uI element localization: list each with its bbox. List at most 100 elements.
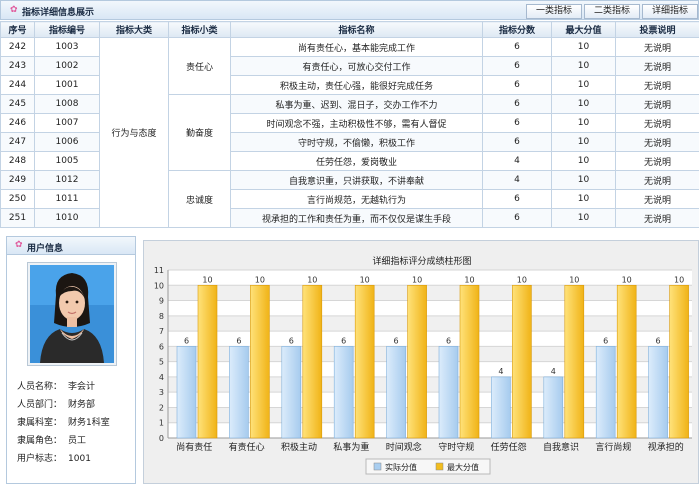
bar-max-score <box>512 284 532 439</box>
detail-panel-header: ✿ 指标详细信息展示 一类指标 二类指标 详细指标 <box>0 0 699 20</box>
y-tick-label: 9 <box>159 297 164 306</box>
col-header-vote[interactable]: 投票说明 <box>615 21 699 38</box>
y-tick-label: 10 <box>154 281 164 290</box>
cell-score: 4 <box>482 170 552 190</box>
cell-vote: 无说明 <box>615 189 699 209</box>
cell-subcategory: 勤奋度 <box>168 94 231 171</box>
col-header-category[interactable]: 指标大类 <box>99 21 169 38</box>
cell-max: 10 <box>551 94 616 114</box>
x-tick-label: 积极主动 <box>281 441 317 453</box>
y-tick-label: 5 <box>159 358 164 367</box>
legend-swatch-max <box>435 462 444 471</box>
bar-chart: 0 1 2 3 4 5 6 7 8 9 10 11 6 10 尚有责任 6 10 有责任心 6 10 积极主动 6 10 私事… <box>154 266 692 475</box>
cell-max: 10 <box>551 208 616 228</box>
data-label-max: 10 <box>307 275 317 284</box>
col-header-max[interactable]: 最大分值 <box>551 21 616 38</box>
cell-code: 1012 <box>34 170 100 190</box>
data-label-max: 10 <box>464 275 474 284</box>
y-tick-label: 4 <box>159 373 164 382</box>
cell-code: 1002 <box>34 56 100 76</box>
cell-code: 1008 <box>34 94 100 114</box>
cell-max: 10 <box>551 170 616 190</box>
bar-actual-score <box>176 346 197 439</box>
cell-seq: 251 <box>0 208 35 228</box>
cell-vote: 无说明 <box>615 37 699 57</box>
data-label-actual: 6 <box>236 336 241 345</box>
level1-indicator-button[interactable]: 一类指标 <box>526 4 582 19</box>
user-info-title: 用户信息 <box>27 244 64 254</box>
user-office-row: 隶属科室： 财务1科室 <box>17 415 110 428</box>
col-header-subcategory[interactable]: 指标小类 <box>168 21 231 38</box>
y-tick-label: 3 <box>159 388 164 397</box>
cell-score: 6 <box>482 208 552 228</box>
user-office-value: 财务1科室 <box>68 418 110 428</box>
bar-actual-score <box>491 376 511 439</box>
user-role-value: 员工 <box>68 436 87 446</box>
bar-max-score <box>616 284 637 439</box>
cell-seq: 250 <box>0 189 35 209</box>
cell-name: 言行尚规范，无越轨行为 <box>230 189 483 209</box>
bar-max-score <box>459 284 480 439</box>
cell-name: 守时守规，不偷懒，积极工作 <box>230 132 483 152</box>
cell-vote: 无说明 <box>615 56 699 76</box>
table-row[interactable]: 242 1003 行为与态度 责任心 尚有责任心，基本能完成工作 6 10 无说… <box>0 37 699 228</box>
user-name-value: 李会计 <box>68 382 96 392</box>
user-dept-row: 人员部门： 财务部 <box>17 397 95 410</box>
level2-indicator-button[interactable]: 二类指标 <box>584 4 640 19</box>
x-tick-label: 时间观念 <box>386 441 422 453</box>
cell-seq: 242 <box>0 37 35 57</box>
user-dept-value: 财务部 <box>68 400 96 410</box>
data-label-actual: 6 <box>341 336 346 345</box>
cell-seq: 243 <box>0 56 35 76</box>
cell-seq: 247 <box>0 132 35 152</box>
cell-max: 10 <box>551 37 616 57</box>
user-office-label: 隶属科室： <box>17 418 63 428</box>
cell-code: 1005 <box>34 151 100 171</box>
col-header-code[interactable]: 指标编号 <box>34 21 100 38</box>
bar-max-score <box>407 284 427 439</box>
data-label-max: 10 <box>569 275 579 284</box>
y-tick-label: 11 <box>154 266 164 275</box>
cell-max: 10 <box>551 75 616 95</box>
x-tick-label: 言行尚规 <box>595 441 631 453</box>
cell-name: 尚有责任心，基本能完成工作 <box>230 37 483 57</box>
data-label-actual: 4 <box>551 367 556 376</box>
flower-icon: ✿ <box>15 240 23 250</box>
bar-actual-score <box>648 346 668 439</box>
col-header-seq[interactable]: 序号 <box>0 21 35 38</box>
bar-actual-score <box>543 376 564 439</box>
cell-score: 6 <box>482 94 552 114</box>
cell-vote: 无说明 <box>615 94 699 114</box>
indicator-table: 序号 指标编号 指标大类 指标小类 指标名称 指标分数 最大分值 投票说明 24… <box>0 21 699 228</box>
bar-actual-score <box>595 346 616 439</box>
cell-score: 6 <box>482 132 552 152</box>
legend-swatch-actual <box>373 462 382 471</box>
cell-seq: 249 <box>0 170 35 190</box>
cell-score: 6 <box>482 189 552 209</box>
cell-vote: 无说明 <box>615 151 699 171</box>
user-flag-label: 用户标志： <box>17 454 63 464</box>
table-header-row: 序号 指标编号 指标大类 指标小类 指标名称 指标分数 最大分值 投票说明 <box>0 21 699 38</box>
bar-max-score <box>669 284 689 439</box>
cell-code: 1003 <box>34 37 100 57</box>
legend-label-max: 最大分值 <box>447 462 479 472</box>
cell-category: 行为与态度 <box>99 37 169 228</box>
cell-name: 有责任心，可放心交付工作 <box>230 56 483 76</box>
cell-code: 1001 <box>34 75 100 95</box>
bar-actual-score <box>281 346 302 439</box>
cell-max: 10 <box>551 113 616 133</box>
cell-name: 任劳任怨，爱岗敬业 <box>230 151 483 171</box>
x-tick-label: 自我意识 <box>543 441 579 453</box>
cell-score: 6 <box>482 37 552 57</box>
detail-indicator-button[interactable]: 详细指标 <box>642 4 698 19</box>
x-tick-label: 任劳任怨 <box>491 441 527 453</box>
user-info-header: ✿ 用户信息 <box>7 237 135 255</box>
bar-max-score <box>197 284 218 439</box>
user-role-label: 隶属角色： <box>17 436 63 446</box>
col-header-name[interactable]: 指标名称 <box>230 21 483 38</box>
data-label-actual: 6 <box>656 336 661 345</box>
col-header-score[interactable]: 指标分数 <box>482 21 552 38</box>
data-label-max: 10 <box>360 275 370 284</box>
x-tick-label: 视承担的 <box>648 441 684 453</box>
grid-band <box>168 315 692 332</box>
